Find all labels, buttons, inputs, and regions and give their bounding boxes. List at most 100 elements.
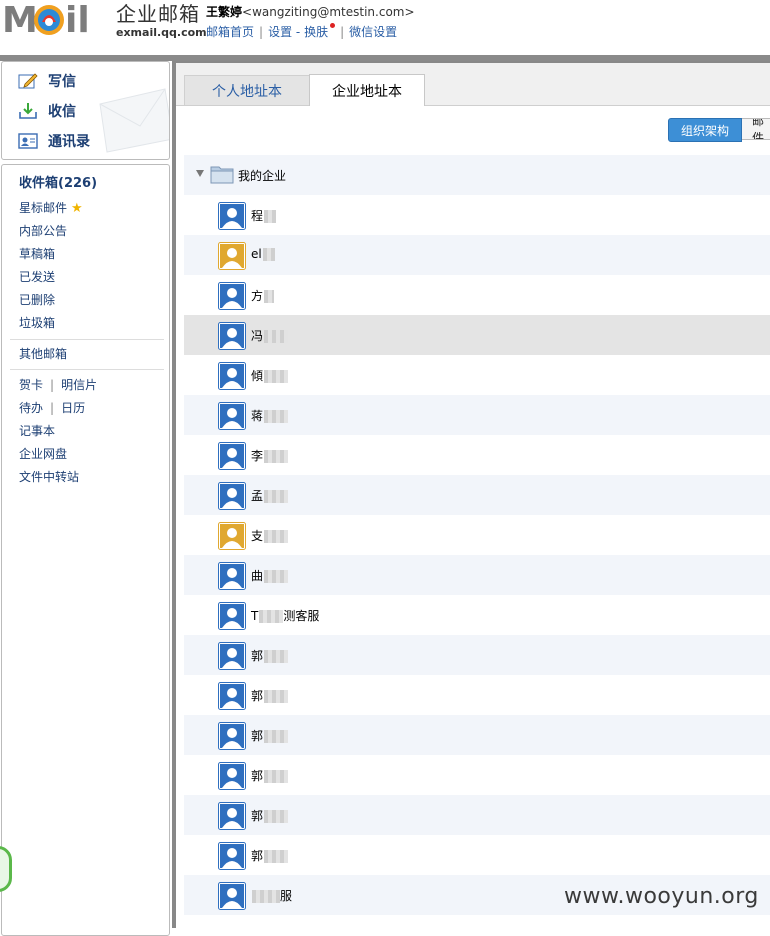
member-name: 郭 — [251, 807, 289, 824]
receive-button[interactable]: 收信 — [18, 99, 76, 123]
redacted-text — [264, 690, 289, 703]
todo-link[interactable]: 待办 — [19, 401, 43, 415]
deleted-folder[interactable]: 已删除 — [19, 292, 55, 308]
member-row[interactable]: 曲 — [184, 555, 770, 595]
redacted-text — [264, 570, 289, 583]
tab-personal-address-book[interactable]: 个人地址本 — [184, 75, 310, 105]
member-name-text: el — [251, 247, 262, 261]
notebook-link[interactable]: 记事本 — [19, 423, 55, 439]
contacts-label: 通讯录 — [48, 134, 90, 150]
member-row[interactable]: el — [184, 235, 770, 275]
settings-link[interactable]: 设置 — [268, 25, 292, 39]
todo-calendar-row: 待办 | 日历 — [19, 400, 85, 416]
user-avatar-icon — [218, 842, 246, 870]
contacts-button[interactable]: 通讯录 — [18, 129, 90, 153]
compose-button[interactable]: 写信 — [18, 69, 76, 93]
member-name: 郭 — [251, 847, 289, 864]
user-avatar-icon — [218, 402, 246, 430]
member-name-text: 郭 — [251, 809, 264, 823]
member-row[interactable]: 冯 — [184, 315, 770, 355]
member-name: 蒋 — [251, 407, 289, 424]
pencil-icon — [18, 73, 38, 89]
member-row[interactable]: 郭 — [184, 755, 770, 795]
member-name-text: 郭 — [251, 649, 264, 663]
redacted-text — [264, 730, 289, 743]
member-name-text: 方 — [251, 289, 264, 303]
sent-folder[interactable]: 已发送 — [19, 269, 55, 285]
svg-text:il: il — [65, 0, 90, 40]
redacted-text — [264, 850, 289, 863]
user-name: 王繁婷 — [206, 5, 243, 19]
skin-link[interactable]: 换肤 — [304, 25, 328, 39]
nav-divider — [10, 339, 164, 340]
inbox-folder[interactable]: 收件箱(226) — [19, 176, 97, 192]
inbox-download-icon — [19, 103, 37, 119]
member-name-text: 郭 — [251, 689, 264, 703]
member-row[interactable]: 傾 — [184, 355, 770, 395]
member-row[interactable]: 方 — [184, 275, 770, 315]
mail-home-link[interactable]: 邮箱首页 — [206, 25, 254, 39]
redacted-text — [252, 890, 280, 903]
cards-row: 贺卡 | 明信片 — [19, 377, 97, 393]
member-row[interactable]: 郭 — [184, 635, 770, 675]
user-email: <wangziting@mtestin.com> — [242, 5, 415, 19]
user-avatar-icon — [218, 362, 246, 390]
member-name-suffix: 测客服 — [283, 609, 320, 623]
other-mailboxes-link[interactable]: 其他邮箱 — [19, 346, 67, 362]
user-avatar-icon — [218, 482, 246, 510]
member-row[interactable]: 郭 — [184, 835, 770, 875]
member-row[interactable]: 郭 — [184, 715, 770, 755]
member-name-text: T — [251, 609, 259, 623]
redacted-text — [259, 610, 284, 623]
starred-folder[interactable]: 星标邮件 ★ — [19, 200, 83, 217]
file-transfer-link[interactable]: 文件中转站 — [19, 469, 79, 485]
greeting-card-link[interactable]: 贺卡 — [19, 378, 43, 392]
netdisk-link[interactable]: 企业网盘 — [19, 446, 67, 462]
svg-text:M: M — [2, 0, 36, 40]
member-row[interactable]: 程 — [184, 195, 770, 235]
member-row[interactable]: 支 — [184, 515, 770, 555]
member-name: 支 — [251, 527, 289, 544]
member-row[interactable]: 郭 — [184, 675, 770, 715]
member-name-text: 支 — [251, 529, 264, 543]
wechat-settings-link[interactable]: 微信设置 — [349, 25, 397, 39]
user-avatar-icon — [218, 762, 246, 790]
postcard-link[interactable]: 明信片 — [61, 378, 97, 392]
member-name: 郭 — [251, 727, 289, 744]
qq-mail-logo[interactable]: M il — [2, 0, 112, 40]
user-avatar-icon — [218, 442, 246, 470]
address-book-icon — [18, 133, 38, 149]
member-row[interactable]: 蒋 — [184, 395, 770, 435]
member-name: 郭 — [251, 767, 289, 784]
mail-view-button[interactable]: 邮件 — [742, 118, 770, 140]
member-row[interactable]: 郭 — [184, 795, 770, 835]
address-book-panel: 个人地址本 企业地址本 组织架构 邮件 我的企业 程 el 方冯傾蒋李孟支曲 T 测客服… — [176, 63, 770, 928]
calendar-link[interactable]: 日历 — [61, 401, 85, 415]
member-name: 方 — [251, 287, 275, 304]
member-row[interactable]: 孟 — [184, 475, 770, 515]
caret-down-icon[interactable] — [196, 170, 204, 177]
member-name-text: 李 — [251, 449, 264, 463]
redacted-text — [264, 650, 289, 663]
drafts-folder[interactable]: 草稿箱 — [19, 246, 55, 262]
user-info: 王繁婷<wangziting@mtestin.com> 邮箱首页 | 设置 - 换肤… — [206, 3, 415, 40]
member-name-text: 傾 — [251, 369, 264, 383]
org-structure-button[interactable]: 组织架构 — [668, 118, 742, 142]
member-name: el — [251, 247, 275, 261]
member-row[interactable]: 李 — [184, 435, 770, 475]
tab-enterprise-address-book[interactable]: 企业地址本 — [309, 74, 425, 106]
link-separator: | — [259, 25, 264, 39]
user-avatar-icon — [218, 642, 246, 670]
folder-icon — [210, 166, 234, 184]
spam-folder[interactable]: 垃圾箱 — [19, 315, 55, 331]
user-avatar-icon — [218, 202, 246, 230]
user-avatar-icon — [218, 802, 246, 830]
announcements-folder[interactable]: 内部公告 — [19, 223, 67, 239]
header: M il 企业邮箱 exmail.qq.com 王繁婷<wangziting@m… — [0, 0, 770, 56]
user-avatar-icon — [218, 282, 246, 310]
org-root-row[interactable]: 我的企业 — [184, 155, 770, 195]
redacted-text — [264, 370, 289, 383]
starred-label: 星标邮件 — [19, 201, 68, 215]
redacted-text — [264, 530, 289, 543]
member-row[interactable]: T 测客服 — [184, 595, 770, 635]
